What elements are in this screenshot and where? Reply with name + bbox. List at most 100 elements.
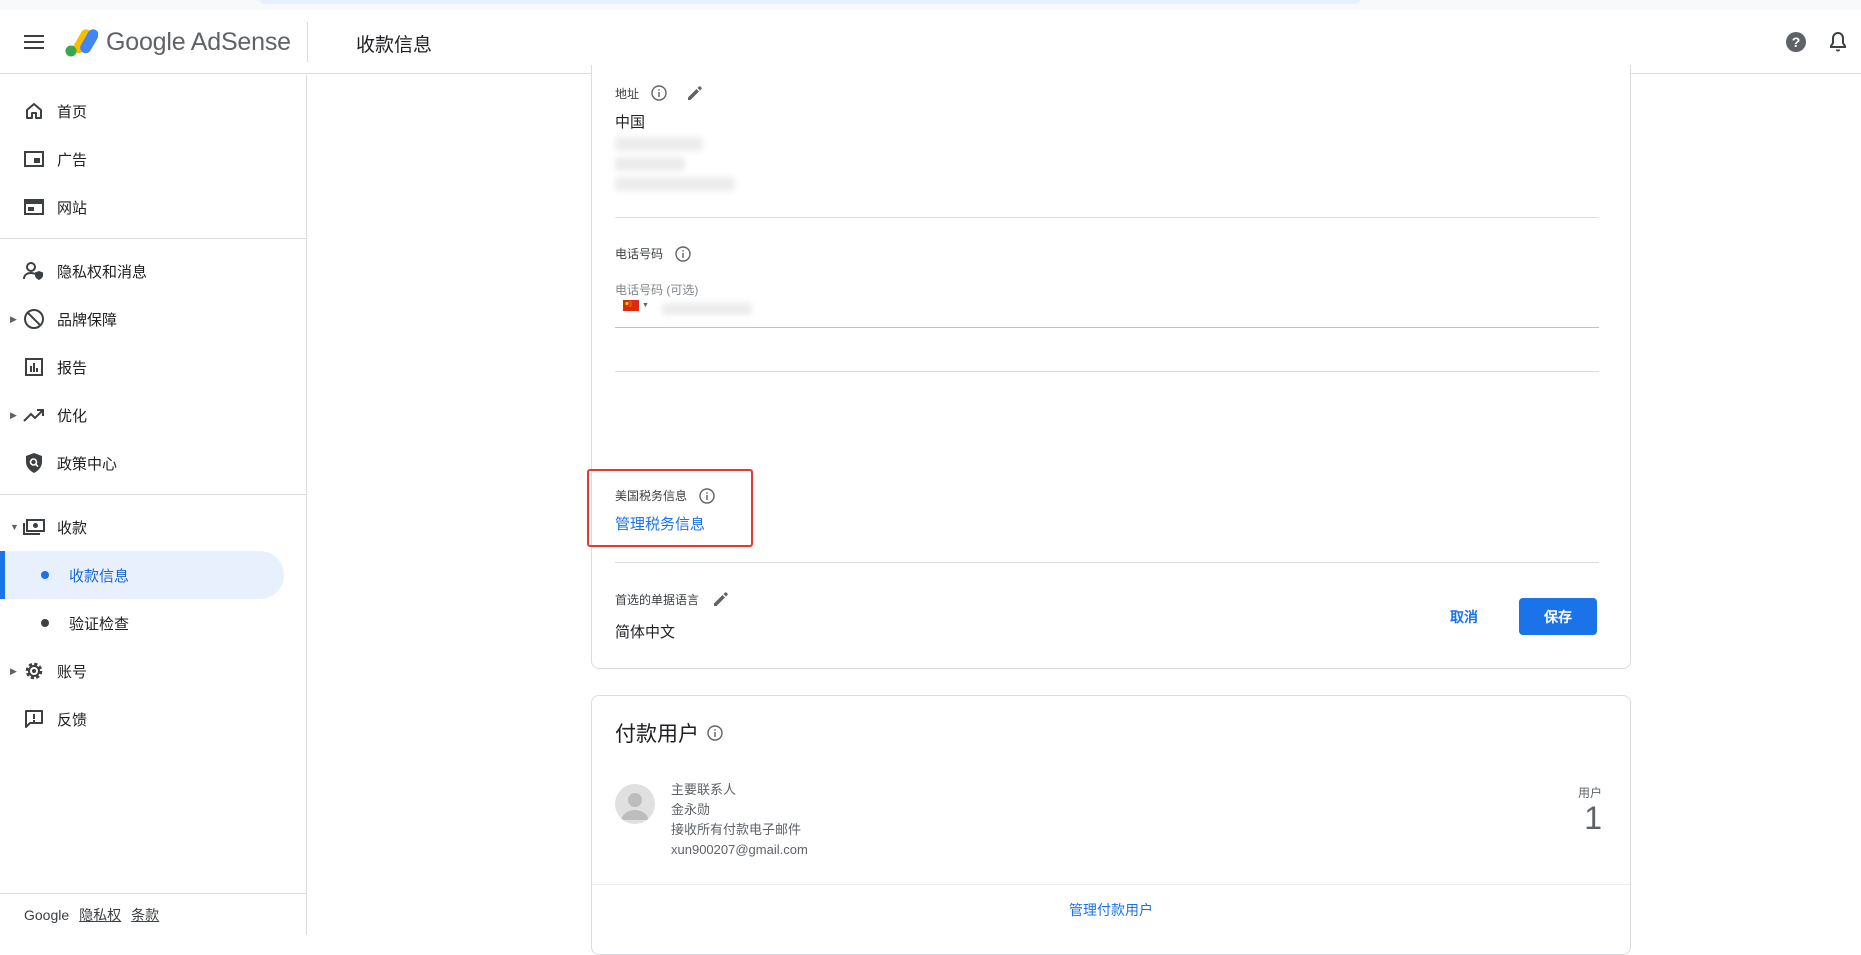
tax-label-row: 美国税务信息 [615,487,715,504]
sidebar-item-policy-center[interactable]: 政策中心 [0,439,307,487]
card-divider [592,884,1630,885]
sites-icon [22,195,46,219]
caret-right-icon: ▶ [10,409,17,420]
edit-pencil-icon[interactable] [711,589,731,609]
sidebar: 首页 广告 网站 隐私权和消息 ▶ 品牌保障 报告 ▶ 优化 政策中心 ▼ 收款… [0,75,307,935]
home-icon [22,99,46,123]
reports-icon [22,355,46,379]
phone-label-row: 电话号码 [615,245,691,262]
sidebar-item-account[interactable]: ▶ 账号 [0,647,307,695]
sidebar-item-payments[interactable]: ▼ 收款 [0,503,307,551]
bell-icon [1830,31,1846,52]
language-label: 首选的单据语言 [615,592,700,607]
info-icon[interactable] [651,85,667,101]
address-label-row: 地址 [615,83,705,103]
svg-text:?: ? [1792,34,1801,50]
sidebar-item-home[interactable]: 首页 [0,87,307,135]
country-code-select[interactable]: ▼ [623,300,649,311]
user-notice: 接收所有付款电子邮件 [671,822,802,837]
top-strip [0,0,1861,10]
manage-tax-info-link[interactable]: 管理税务信息 [615,513,705,534]
sidebar-subitem-payment-info[interactable]: 收款信息 [0,551,284,599]
info-icon[interactable] [699,487,715,504]
phone-input-underline [615,327,1599,328]
footer-google: Google [24,906,70,923]
payment-users-title: 付款用户 [615,723,699,746]
sidebar-subitem-label: 收款信息 [69,567,130,585]
sidebar-footer: Google 隐私权 条款 [0,893,307,935]
feedback-icon [22,707,46,731]
manage-payment-users-link[interactable]: 管理付款用户 [592,900,1630,920]
brand-name: Google AdSense [106,27,291,56]
header-divider [307,22,308,62]
sidebar-item-feedback[interactable]: 反馈 [0,695,307,743]
sidebar-item-reports[interactable]: 报告 [0,343,307,391]
sidebar-item-label: 账号 [57,663,88,681]
help-icon: ? [1786,32,1806,52]
payment-users-card: 付款用户 主要联系人 金永勋 接收所有付款电子邮件 xun900207@gmai… [591,695,1631,955]
gear-icon [22,659,46,683]
sidebar-item-ads[interactable]: 广告 [0,135,307,183]
user-info: 主要联系人 金永勋 接收所有付款电子邮件 xun900207@gmail.com [671,780,808,860]
redacted-address-line [615,157,685,171]
sidebar-item-label: 政策中心 [57,455,118,473]
sidebar-item-label: 优化 [57,407,88,425]
cancel-button[interactable]: 取消 [1428,599,1500,635]
info-icon[interactable] [707,725,723,741]
trending-icon [22,403,46,427]
caret-right-icon: ▶ [10,665,17,676]
active-indicator [0,551,5,599]
highlight-box [587,469,753,547]
page-title: 收款信息 [356,35,433,56]
sidebar-item-privacy[interactable]: 隐私权和消息 [0,247,307,295]
users-count-label: 用户 [1577,786,1602,800]
redacted-address-line [615,137,703,151]
language-value: 简体中文 [615,624,676,641]
main-content: 地址 中国 电话号码 电话号码 (可选) ▼ 美国税务信息 管理税务信息 首选的… [308,65,1861,955]
notifications-button[interactable] [1826,30,1852,56]
privacy-icon [22,259,46,283]
caret-right-icon: ▶ [10,313,17,324]
footer-privacy-link[interactable]: 隐私权 [79,905,121,925]
adsense-logo-icon [65,29,98,57]
redacted-phone-number[interactable] [662,303,752,315]
block-icon [22,307,46,331]
payment-users-title-row: 付款用户 [615,718,723,748]
footer-terms-link[interactable]: 条款 [131,905,159,925]
tax-label: 美国税务信息 [615,489,688,503]
sidebar-subitem-verification[interactable]: 验证检查 [0,599,284,647]
sidebar-item-label: 品牌保障 [57,311,118,329]
bullet-dot-icon [41,571,49,579]
redacted-address-line [615,177,735,191]
ads-icon [22,147,46,171]
sidebar-item-label: 隐私权和消息 [57,263,148,281]
info-icon[interactable] [675,245,691,262]
sidebar-item-label: 广告 [57,151,88,169]
users-count: 1 [1584,800,1602,836]
payment-info-card: 地址 中国 电话号码 电话号码 (可选) ▼ 美国税务信息 管理税务信息 首选的… [587,65,1631,669]
sidebar-item-label: 首页 [57,103,88,121]
phone-field-label: 电话号码 (可选) [615,283,699,297]
sidebar-item-label: 网站 [57,199,88,217]
payments-icon [22,515,46,539]
user-name: 金永勋 [671,802,711,817]
avatar [615,784,655,824]
sidebar-item-sites[interactable]: 网站 [0,183,307,231]
section-divider [615,562,1599,563]
sidebar-item-optimization[interactable]: ▶ 优化 [0,391,307,439]
caret-down-icon: ▼ [10,522,19,532]
edit-pencil-icon[interactable] [685,83,705,103]
dropdown-arrow-icon: ▼ [642,302,649,309]
bullet-dot-icon [41,619,49,627]
sidebar-item-brand-safety[interactable]: ▶ 品牌保障 [0,295,307,343]
user-email: xun900207@gmail.com [671,842,808,857]
section-divider [615,217,1599,218]
help-button[interactable]: ? [1784,30,1810,56]
menu-button[interactable] [20,28,48,56]
person-icon [621,793,649,820]
user-role: 主要联系人 [671,782,737,797]
language-label-row: 首选的单据语言 [615,589,731,609]
adsense-logo[interactable]: Google AdSense [64,24,291,60]
save-button[interactable]: 保存 [1519,598,1597,635]
sidebar-item-label: 收款 [57,519,88,537]
